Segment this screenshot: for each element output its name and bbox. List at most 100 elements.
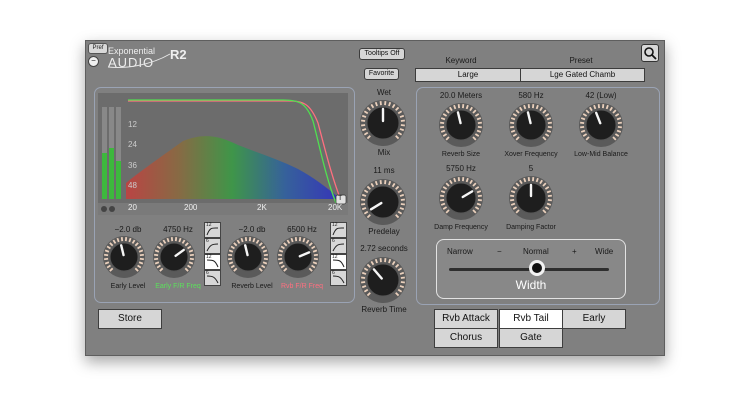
- rvb-attack-button[interactable]: Rvb Attack: [434, 309, 498, 329]
- knob-tick: [240, 237, 244, 243]
- knob-tick: [228, 249, 234, 253]
- knob-tick: [361, 285, 367, 289]
- knob-tick: [388, 258, 392, 264]
- knob-tick: [510, 190, 516, 194]
- graph-corner-label: T: [338, 195, 343, 202]
- knob-tick: [593, 104, 597, 110]
- width-narrow-label: Narrow: [447, 247, 473, 256]
- knob-body: [585, 109, 617, 141]
- knob-tick: [399, 193, 405, 197]
- db-tick-12: 12: [128, 120, 137, 129]
- knob-tick: [178, 237, 182, 243]
- knob-body: [366, 263, 400, 297]
- knob-tick: [580, 129, 586, 133]
- rvb-fir-knob[interactable]: [276, 235, 320, 284]
- early-filter-12-low[interactable]: 12: [204, 222, 221, 238]
- freq-tick-20k: 20K: [328, 203, 343, 212]
- knob-tick: [104, 249, 110, 253]
- preset-dropdown[interactable]: Lge Gated Chamb: [520, 68, 645, 82]
- low-mid-value: 42 (Low): [585, 91, 617, 100]
- low-mid-label: Low-Mid Balance: [574, 151, 628, 158]
- gate-button[interactable]: Gate: [499, 328, 563, 348]
- knob-graphic: [103, 236, 145, 278]
- spectrum-plot: [98, 99, 348, 215]
- knob-tick: [262, 249, 268, 253]
- knob-tick: [440, 190, 446, 194]
- reverb-level-knob[interactable]: [226, 235, 270, 284]
- knob-tick: [399, 114, 405, 118]
- lowpass-icon: [332, 275, 345, 284]
- knob-tick: [440, 117, 446, 121]
- early-filter-12-high[interactable]: 12: [204, 254, 221, 270]
- rvb-filter-6-high[interactable]: 6: [330, 270, 347, 286]
- db-tick-48: 48: [128, 181, 137, 190]
- early-filter-6-high[interactable]: 6: [204, 270, 221, 286]
- plugin-window: Pref − Exponential AUDIO R2 Tooltips Off…: [85, 40, 665, 356]
- db-tick-36: 36: [128, 161, 137, 170]
- knob-body: [445, 182, 477, 214]
- meter-3-level: [116, 161, 121, 199]
- reverb-time-knob[interactable]: [359, 256, 407, 309]
- width-slider-thumb[interactable]: [529, 260, 545, 276]
- early-filter-6-low[interactable]: 6: [204, 238, 221, 254]
- highpass-icon: [206, 243, 219, 252]
- knob-tick: [510, 129, 516, 133]
- freq-tick-20: 20: [128, 203, 137, 212]
- width-normal-label: Normal: [523, 247, 549, 256]
- rvb-filter-6-low[interactable]: 6: [330, 238, 347, 254]
- knob-tick: [188, 261, 194, 265]
- logo-swoosh: [107, 53, 171, 68]
- early-fir-knob[interactable]: [152, 235, 196, 284]
- favorite-button[interactable]: Favorite: [364, 68, 399, 80]
- store-button[interactable]: Store: [98, 309, 162, 329]
- pref-button[interactable]: Pref: [88, 43, 108, 54]
- lowpass-icon: [206, 275, 219, 284]
- graph-dot-1: [101, 206, 107, 212]
- rvb-filter-12-low[interactable]: 12: [330, 222, 347, 238]
- knob-tick: [546, 129, 552, 133]
- predelay-knob[interactable]: [359, 178, 407, 231]
- knob-graphic: [360, 257, 406, 303]
- rvb-tail-button[interactable]: Rvb Tail: [499, 309, 563, 329]
- knob-tick: [128, 237, 132, 243]
- reverb-size-knob[interactable]: [438, 102, 484, 153]
- early-button[interactable]: Early: [562, 309, 626, 329]
- knob-tick: [476, 129, 482, 133]
- keyword-dropdown[interactable]: Large: [415, 68, 521, 82]
- xover-knob[interactable]: [508, 102, 554, 153]
- minimize-button[interactable]: −: [88, 56, 99, 67]
- knob-tick: [465, 177, 469, 183]
- chorus-button[interactable]: Chorus: [434, 328, 498, 348]
- knob-tick: [440, 202, 446, 206]
- graph-dot-2: [109, 206, 115, 212]
- rvb-filter-12-high[interactable]: 12: [330, 254, 347, 270]
- damp-factor-knob[interactable]: [508, 175, 554, 226]
- wet-mix-knob[interactable]: [359, 99, 407, 152]
- knob-tick: [361, 114, 367, 118]
- search-button[interactable]: [641, 44, 659, 62]
- knob-tick: [605, 104, 609, 110]
- knob-tick: [361, 207, 367, 211]
- wet-label: Wet: [376, 88, 392, 97]
- knob-graphic: [439, 103, 483, 147]
- knob-graphic: [277, 236, 319, 278]
- damp-freq-label: Damp Frequency: [434, 224, 488, 231]
- early-fir-value: 4750 Hz: [163, 225, 193, 234]
- damp-freq-knob[interactable]: [438, 175, 484, 226]
- tooltips-toggle[interactable]: Tooltips Off: [359, 48, 405, 60]
- knob-tick: [361, 193, 367, 197]
- damp-freq-value: 5750 Hz: [446, 164, 476, 173]
- knob-tick: [476, 202, 482, 206]
- early-level-knob[interactable]: [102, 235, 146, 284]
- spectrum-fill: [126, 136, 338, 199]
- lowpass-icon: [206, 259, 219, 268]
- knob-tick: [278, 249, 284, 253]
- width-panel: Narrow − Normal + Wide Width: [436, 239, 626, 299]
- width-wide-label: Wide: [595, 247, 614, 256]
- knob-tick: [546, 190, 552, 194]
- search-icon: [644, 47, 657, 60]
- knob-tick: [312, 249, 318, 253]
- knob-tick: [116, 237, 120, 243]
- knob-tick: [535, 177, 539, 183]
- low-mid-knob[interactable]: [578, 102, 624, 153]
